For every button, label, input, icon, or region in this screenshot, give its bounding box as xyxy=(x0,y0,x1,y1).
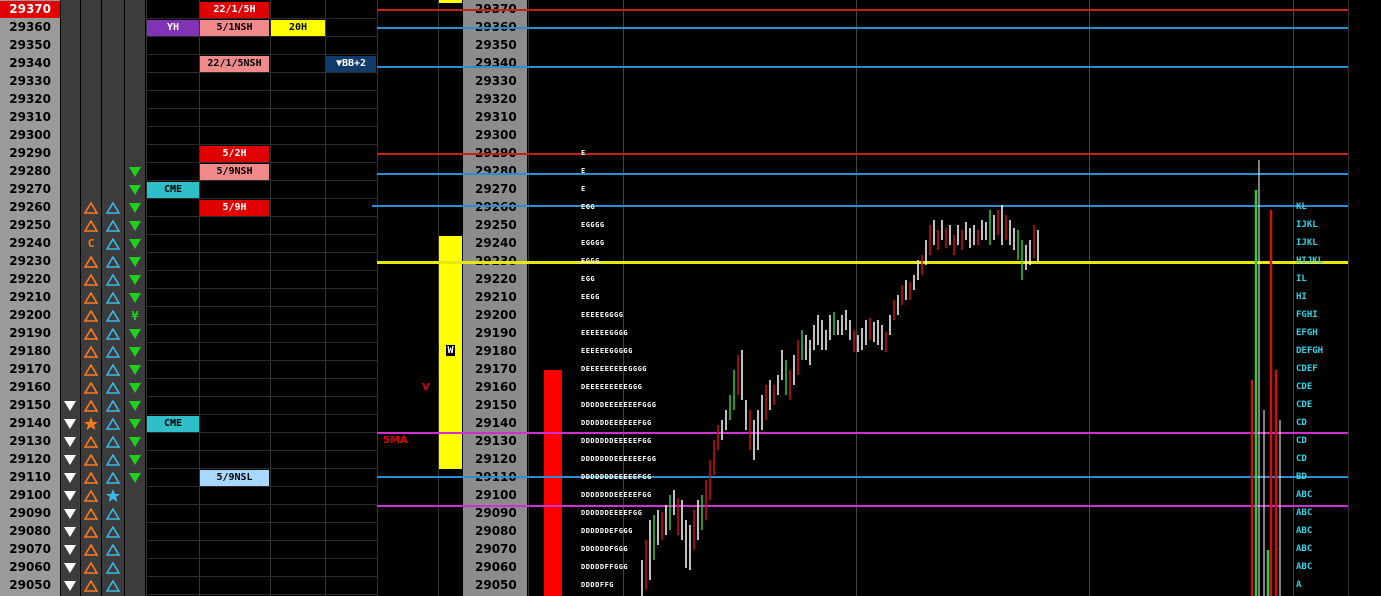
candle-chart xyxy=(641,160,1281,596)
